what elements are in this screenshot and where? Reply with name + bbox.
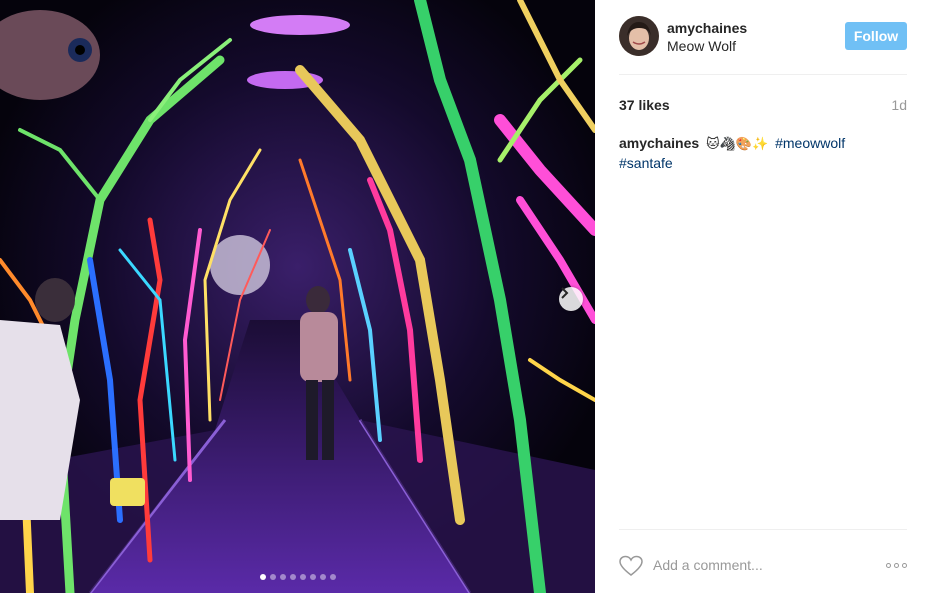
location-link[interactable]: Meow Wolf	[667, 38, 736, 54]
hashtag-santafe[interactable]: #santafe	[619, 155, 673, 171]
heart-outline-icon[interactable]	[619, 555, 643, 577]
post-sidebar: amychaines Meow Wolf Follow 37 likes 1d …	[595, 0, 928, 593]
post-footer	[619, 529, 907, 593]
carousel-dot	[279, 574, 286, 580]
post-photo[interactable]	[0, 0, 595, 593]
carousel-dot	[259, 574, 266, 580]
carousel-dot	[289, 574, 296, 580]
carousel-dot	[329, 574, 336, 580]
dot	[886, 562, 891, 568]
post-caption: amychaines 🐱🦓🎨✨ #meowwolf #santafe	[619, 134, 907, 172]
comment-input[interactable]	[653, 554, 863, 576]
profile-photo	[619, 16, 659, 56]
post-header: amychaines Meow Wolf Follow	[619, 0, 907, 75]
caption-emojis: 🐱🦓🎨✨	[706, 137, 769, 152]
likes-count[interactable]: 37 likes	[619, 97, 670, 113]
next-photo-button[interactable]	[559, 287, 583, 311]
dot	[902, 562, 907, 568]
carousel-dot	[269, 574, 276, 580]
carousel-dot	[299, 574, 306, 580]
username-link[interactable]: amychaines	[667, 20, 747, 36]
more-options-icon[interactable]	[881, 558, 907, 572]
dot	[894, 562, 899, 568]
chevron-right-icon	[561, 287, 569, 299]
hashtag-meowwolf[interactable]: #meowwolf	[775, 135, 845, 151]
post-time[interactable]: 1d	[891, 97, 907, 113]
follow-button[interactable]: Follow	[845, 22, 907, 50]
avatar[interactable]	[619, 16, 659, 56]
carousel-dot	[309, 574, 316, 580]
carousel-dot	[319, 574, 326, 580]
caption-username[interactable]: amychaines	[619, 135, 699, 151]
neon-forest-image	[0, 0, 595, 593]
carousel-indicator	[0, 574, 595, 582]
